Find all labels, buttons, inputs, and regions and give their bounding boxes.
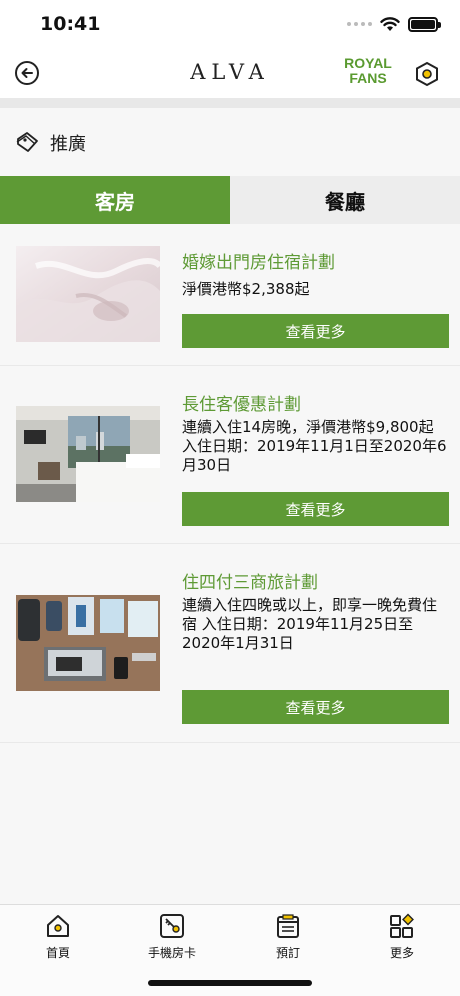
nav-home[interactable]: 首頁	[18, 913, 98, 963]
home-icon	[47, 915, 69, 937]
card-title[interactable]: 婚嫁出門房住宿計劃	[182, 248, 335, 273]
more-icon	[390, 913, 414, 938]
home-indicator	[148, 980, 312, 986]
tab-dining[interactable]: 餐廳	[230, 176, 460, 224]
section-header: 推廣	[0, 108, 460, 176]
signal-icon	[347, 22, 372, 26]
card-title[interactable]: 住四付三商旅計劃	[182, 568, 318, 593]
card-description: 淨價港幣$2,388起	[182, 280, 310, 298]
battery-icon	[408, 16, 441, 32]
royal-fans-line1: ROYAL	[344, 55, 392, 71]
section-title: 推廣	[50, 134, 86, 155]
card-description: 連續入住14房晚，淨價港幣$9,800起 入住日期：2019年11月1日至202…	[182, 418, 447, 474]
nav-label: 手機房卡	[147, 946, 196, 960]
booking-icon	[277, 914, 299, 938]
nav-label: 預訂	[275, 946, 300, 960]
business-travel-image	[16, 595, 160, 691]
view-more-button[interactable]: 查看更多	[182, 314, 449, 348]
tab-rooms[interactable]: 客房	[0, 176, 230, 224]
promo-card: 婚嫁出門房住宿計劃 淨價港幣$2,388起 查看更多	[0, 224, 460, 366]
card-description: 連續入住四晚或以上，即享一晚免費住宿 入住日期：2019年11月25日至2020…	[182, 596, 438, 652]
app-header: ALVA ROYAL FANS	[0, 48, 460, 98]
key-card-icon	[160, 914, 184, 938]
hotel-room-image	[16, 406, 160, 502]
status-icons	[347, 16, 441, 32]
wedding-image	[16, 246, 160, 342]
card-title[interactable]: 長住客優惠計劃	[182, 390, 301, 415]
view-more-button[interactable]: 查看更多	[182, 690, 449, 724]
royal-fans-line2: FANS	[349, 70, 387, 86]
settings-hexagon-icon[interactable]	[414, 61, 440, 87]
status-time: 10:41	[40, 13, 101, 35]
promo-card: 長住客優惠計劃 連續入住14房晚，淨價港幣$9,800起 入住日期：2019年1…	[0, 366, 460, 544]
tab-bar: 客房 餐廳	[0, 176, 460, 224]
nav-booking[interactable]: 預訂	[248, 913, 328, 963]
nav-label: 首頁	[45, 946, 70, 960]
view-more-button[interactable]: 查看更多	[182, 492, 449, 526]
nav-label: 更多	[389, 946, 414, 960]
nav-mobile-key[interactable]: 手機房卡	[132, 913, 212, 963]
wifi-icon	[380, 16, 400, 31]
promo-card: 住四付三商旅計劃 連續入住四晚或以上，即享一晚免費住宿 入住日期：2019年11…	[0, 544, 460, 743]
tag-icon	[16, 132, 38, 152]
nav-more[interactable]: 更多	[362, 913, 442, 963]
header-divider	[0, 98, 460, 108]
royal-fans-logo[interactable]: ROYAL FANS	[335, 56, 401, 86]
status-bar: 10:41	[0, 0, 460, 48]
